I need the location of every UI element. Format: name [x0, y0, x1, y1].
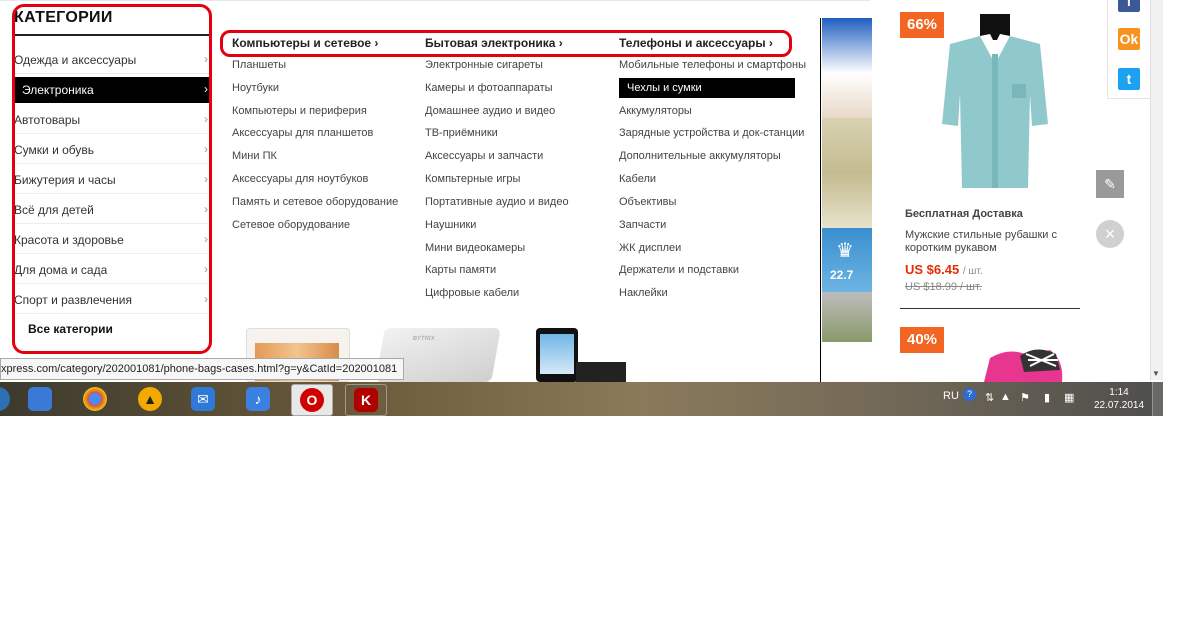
- aimp-icon: ▲: [138, 387, 162, 411]
- crown-icon: ♛: [836, 240, 854, 262]
- menu-link[interactable]: Кабели: [619, 173, 656, 185]
- taskbar-app-explorer[interactable]: [20, 384, 60, 414]
- promo-phone-image[interactable]: [536, 328, 578, 382]
- menu-link[interactable]: Аксессуары для планшетов: [232, 127, 373, 139]
- clock-date: 22.07.2014: [1093, 400, 1145, 411]
- help-icon[interactable]: ?: [963, 388, 976, 401]
- menu-link[interactable]: Мини ПК: [232, 150, 277, 162]
- banner-image-2: [822, 118, 872, 228]
- menu-link[interactable]: Аксессуары и запчасти: [425, 150, 543, 162]
- facebook-icon[interactable]: f: [1118, 0, 1140, 12]
- menu-link[interactable]: Объективы: [619, 196, 676, 208]
- brand-label: BYTRIX: [412, 336, 436, 342]
- browser-screenshot: КАТЕГОРИИ Одежда и аксессуары › Электрон…: [0, 0, 1163, 416]
- menu-link[interactable]: Электронные сигареты: [425, 59, 543, 71]
- banner-image-1: [822, 18, 872, 118]
- opera-icon: O: [300, 388, 324, 412]
- menu-link[interactable]: Память и сетевое оборудование: [232, 196, 398, 208]
- product-price: US $6.45 / шт.: [905, 262, 983, 277]
- menu-link[interactable]: Запчасти: [619, 219, 666, 231]
- kaspersky-icon: K: [354, 388, 378, 412]
- menu-link[interactable]: Цифровые кабели: [425, 287, 519, 299]
- action-center-flag-icon[interactable]: ⚑: [1020, 391, 1030, 404]
- taskbar-app-audio[interactable]: ♪: [238, 384, 278, 414]
- menu-link[interactable]: Мобильные телефоны и смартфоны: [619, 59, 806, 71]
- menu-link[interactable]: Наушники: [425, 219, 476, 231]
- audio-icon: ♪: [246, 387, 270, 411]
- odnoklassniki-icon[interactable]: Ok: [1118, 28, 1140, 50]
- taskbar-app-opera[interactable]: O: [291, 384, 333, 416]
- top-divider: [0, 0, 870, 1]
- pencil-icon[interactable]: ✎: [1096, 170, 1124, 198]
- show-desktop-button[interactable]: [1152, 382, 1163, 416]
- banner-strip[interactable]: ♛ 22.7: [822, 18, 872, 342]
- banner-number: 22.7: [830, 268, 854, 282]
- discount-badge: 40%: [900, 327, 944, 353]
- menu-link[interactable]: Аккумуляторы: [619, 105, 692, 117]
- highlight-box-sidebar: [12, 4, 212, 354]
- taskbar-app-aimp[interactable]: ▲: [130, 384, 170, 414]
- highlight-box-headings: [220, 30, 792, 57]
- menu-link[interactable]: Мини видеокамеры: [425, 242, 525, 254]
- taskbar-app-mail[interactable]: ✉: [183, 384, 223, 414]
- menu-link[interactable]: Камеры и фотоаппараты: [425, 82, 553, 94]
- mail-icon: ✉: [191, 387, 215, 411]
- product-shirt-image[interactable]: [920, 14, 1070, 194]
- price-value: US $6.45: [905, 262, 960, 277]
- status-url-tooltip: xpress.com/category/202001081/phone-bags…: [0, 358, 405, 380]
- menu-link[interactable]: Зарядные устройства и док-станции: [619, 127, 804, 139]
- scroll-down-arrow-icon[interactable]: ▼: [1152, 369, 1160, 378]
- menu-link[interactable]: Дополнительные аккумуляторы: [619, 150, 781, 162]
- banner-image-4: [822, 292, 872, 342]
- menu-link-phone-bags-cases[interactable]: Чехлы и сумки: [619, 78, 795, 98]
- product-bag-image[interactable]: [980, 346, 1066, 382]
- start-orb-icon: [0, 387, 10, 411]
- product-old-price: US $18.99 / шт.: [905, 281, 982, 293]
- tray-arrows-icon[interactable]: ⇅: [985, 391, 994, 404]
- menu-link[interactable]: Планшеты: [232, 59, 286, 71]
- menu-link[interactable]: Аксессуары для ноутбуков: [232, 173, 368, 185]
- banner-image-3: ♛ 22.7: [822, 228, 872, 292]
- social-share-panel: f Ok t: [1107, 0, 1150, 99]
- free-shipping-label: Бесплатная Доставка: [905, 208, 1023, 220]
- taskbar-clock[interactable]: 1:14 22.07.2014: [1088, 386, 1150, 412]
- menu-link[interactable]: ТВ-приёмники: [425, 127, 498, 139]
- menu-link[interactable]: Наклейки: [619, 287, 668, 299]
- price-unit: / шт.: [962, 266, 983, 277]
- product-divider: [900, 308, 1080, 309]
- windows-taskbar: ▲ ✉ ♪ O K RU ? ⇅ ▲ ⚑ ▮ ▦ 1:14 22.07.2014: [0, 382, 1163, 416]
- twitter-icon[interactable]: t: [1118, 68, 1140, 90]
- menu-link[interactable]: Ноутбуки: [232, 82, 279, 94]
- menu-link[interactable]: Компьютеры и периферия: [232, 105, 367, 117]
- taskbar-app-chrome[interactable]: [75, 384, 115, 414]
- network-icon[interactable]: ▦: [1064, 391, 1074, 404]
- taskbar-start-button[interactable]: [0, 384, 18, 414]
- taskbar-app-kaspersky[interactable]: K: [345, 384, 387, 416]
- close-icon[interactable]: ×: [1096, 220, 1124, 248]
- product-title-link[interactable]: Мужские стильные рубашки с коротким рука…: [905, 229, 1065, 255]
- language-indicator[interactable]: RU: [943, 390, 959, 402]
- windows-explorer-icon: [28, 387, 52, 411]
- phone-screen-image: [540, 334, 574, 374]
- promo-phone-back-image: [576, 362, 626, 382]
- menu-link[interactable]: Держатели и подставки: [619, 264, 739, 276]
- show-hidden-icons-icon[interactable]: ▲: [1000, 391, 1011, 403]
- menu-link[interactable]: Портативные аудио и видео: [425, 196, 569, 208]
- clock-time: 1:14: [1109, 387, 1129, 398]
- vertical-scrollbar[interactable]: ▼: [1150, 0, 1163, 380]
- menu-link[interactable]: Сетевое оборудование: [232, 219, 350, 231]
- battery-icon[interactable]: ▮: [1044, 391, 1050, 404]
- menu-link[interactable]: Карты памяти: [425, 264, 496, 276]
- chrome-icon: [83, 387, 107, 411]
- menu-link[interactable]: ЖК дисплеи: [619, 242, 681, 254]
- menu-link[interactable]: Компьтерные игры: [425, 173, 520, 185]
- menu-link[interactable]: Домашнее аудио и видео: [425, 105, 555, 117]
